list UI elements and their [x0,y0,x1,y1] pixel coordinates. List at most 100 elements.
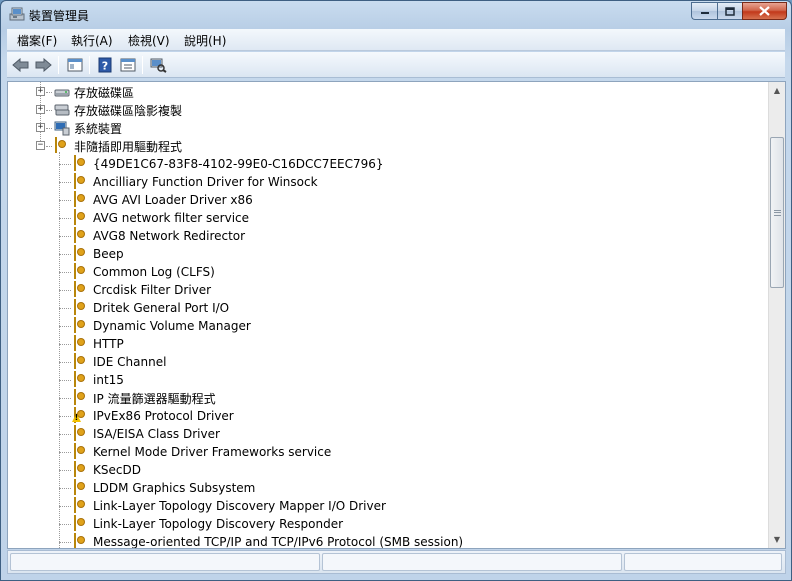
tree-item-label: KSecDD [93,463,141,477]
driver-icon [73,371,89,388]
menu-view[interactable]: 檢視(V) [124,32,174,49]
tree-item-label: HTTP [93,337,124,351]
driver-icon [73,191,89,208]
status-pane [10,553,320,571]
help-button[interactable]: ? [95,55,115,75]
tree-item-label: AVG8 Network Redirector [93,229,246,243]
status-pane [322,553,622,571]
driver-tree-item[interactable]: Link-Layer Topology Discovery Mapper I/O… [59,497,386,515]
tree-category-shadow-copies[interactable]: + 存放磁碟區陰影複製 [36,101,182,119]
scroll-up-button[interactable]: ▲ [769,82,785,99]
driver-icon [73,533,89,548]
arrow-up-icon: ▲ [773,86,781,95]
tree-item-label: 非隨插即用驅動程式 [74,139,183,154]
properties-button[interactable] [118,55,138,75]
menu-action[interactable]: 執行(A) [67,32,117,49]
driver-tree-item[interactable]: IPvEx86 Protocol Driver [59,407,234,425]
tree-item-label: {49DE1C67-83F8-4102-99E0-C16DCC7EEC796} [93,157,384,171]
driver-warning-icon [73,407,89,424]
device-tree-panel: + 存放磁碟區 + 存放磁碟區陰影複製 + 系統裝置 − 非隨插即用驅動程式 {… [7,81,786,549]
driver-tree-item[interactable]: Link-Layer Topology Discovery Responder [59,515,343,533]
driver-icon [73,353,89,370]
tree-item-label: IPvEx86 Protocol Driver [93,409,234,423]
back-button[interactable] [11,55,31,75]
tree-item-label: Crcdisk Filter Driver [93,283,212,297]
tree-item-label: 系統裝置 [74,121,123,136]
driver-tree-item[interactable]: AVG network filter service [59,209,249,227]
status-bar [7,550,786,574]
driver-tree-item[interactable]: Dynamic Volume Manager [59,317,251,335]
scroll-down-button[interactable]: ▼ [769,531,785,548]
driver-icon [73,443,89,460]
minimize-icon [700,12,709,14]
device-manager-icon [9,6,25,22]
driver-tree-item[interactable]: AVG AVI Loader Driver x86 [59,191,253,209]
driver-icon [73,497,89,514]
tree-category-system-devices[interactable]: + 系統裝置 [36,119,122,137]
tree-category-storage-volumes[interactable]: + 存放磁碟區 [36,83,134,101]
driver-tree-item[interactable]: Message-oriented TCP/IP and TCP/IPv6 Pro… [59,533,463,548]
maximize-icon [725,6,735,16]
driver-icon [73,461,89,478]
title-bar[interactable]: 裝置管理員 [1,1,791,29]
driver-tree-item[interactable]: IDE Channel [59,353,166,371]
tree-item-label: Common Log (CLFS) [93,265,215,279]
driver-tree-item[interactable]: Kernel Mode Driver Frameworks service [59,443,331,461]
tree-item-label: Message-oriented TCP/IP and TCP/IPv6 Pro… [93,535,464,548]
driver-icon [73,479,89,496]
tree-category-non-pnp-drivers[interactable]: − 非隨插即用驅動程式 [36,137,182,155]
status-pane [624,553,782,571]
scan-hardware-button[interactable] [148,55,168,75]
device-tree[interactable]: + 存放磁碟區 + 存放磁碟區陰影複製 + 系統裝置 − 非隨插即用驅動程式 {… [8,82,770,548]
close-icon [759,6,770,16]
tree-item-label: Beep [93,247,124,261]
device-manager-window: 裝置管理員 檔案(F) 執行(A) 檢視(V) 說明(H) ? + 存放磁碟區 … [0,0,792,581]
driver-icon [73,317,89,334]
expand-icon[interactable]: + [36,123,45,132]
driver-icon [73,425,89,442]
driver-tree-item[interactable]: int15 [59,371,124,389]
driver-tree-item[interactable]: AVG8 Network Redirector [59,227,245,245]
scrollbar-thumb[interactable] [770,137,784,288]
toolbar: ? [7,52,785,78]
driver-tree-item[interactable]: IP 流量篩選器驅動程式 [59,389,216,407]
expand-icon[interactable]: + [36,105,45,114]
console-tree-icon [67,58,83,72]
show-hide-console-tree-button[interactable] [65,55,85,75]
minimize-button[interactable] [691,2,717,20]
tree-item-label: AVG AVI Loader Driver x86 [93,193,253,207]
system-device-icon [54,120,70,136]
maximize-button[interactable] [717,2,742,20]
driver-tree-item[interactable]: Dritek General Port I/O [59,299,229,317]
forward-button[interactable] [33,55,53,75]
close-button[interactable] [742,2,787,20]
tree-item-label: LDDM Graphics Subsystem [93,481,256,495]
menu-help[interactable]: 說明(H) [180,32,230,49]
menu-file[interactable]: 檔案(F) [13,32,61,49]
driver-tree-item[interactable]: Beep [59,245,124,263]
tree-item-label: IP 流量篩選器驅動程式 [93,391,216,406]
driver-icon [73,245,89,262]
driver-tree-item[interactable]: ISA/EISA Class Driver [59,425,220,443]
driver-icon [54,137,70,154]
driver-tree-item[interactable]: LDDM Graphics Subsystem [59,479,255,497]
driver-tree-item[interactable]: Crcdisk Filter Driver [59,281,211,299]
tree-item-label: int15 [93,373,124,387]
driver-tree-item[interactable]: Common Log (CLFS) [59,263,215,281]
tree-item-label: 存放磁碟區 [74,85,135,100]
properties-icon [120,58,136,72]
driver-tree-item[interactable]: HTTP [59,335,124,353]
menu-bar: 檔案(F) 執行(A) 檢視(V) 說明(H) [7,29,785,51]
shadow-copy-icon [54,102,70,118]
grip-icon [773,209,781,216]
driver-tree-item[interactable]: KSecDD [59,461,141,479]
collapse-icon[interactable]: − [36,141,45,150]
driver-icon [73,515,89,532]
expand-icon[interactable]: + [36,87,45,96]
driver-tree-item[interactable]: Ancilliary Function Driver for Winsock [59,173,318,191]
vertical-scrollbar[interactable]: ▲ ▼ [768,82,785,548]
driver-tree-item[interactable]: {49DE1C67-83F8-4102-99E0-C16DCC7EEC796} [59,155,384,173]
arrow-down-icon: ▼ [773,535,781,544]
help-icon: ? [98,57,112,73]
tree-item-label: IDE Channel [93,355,167,369]
